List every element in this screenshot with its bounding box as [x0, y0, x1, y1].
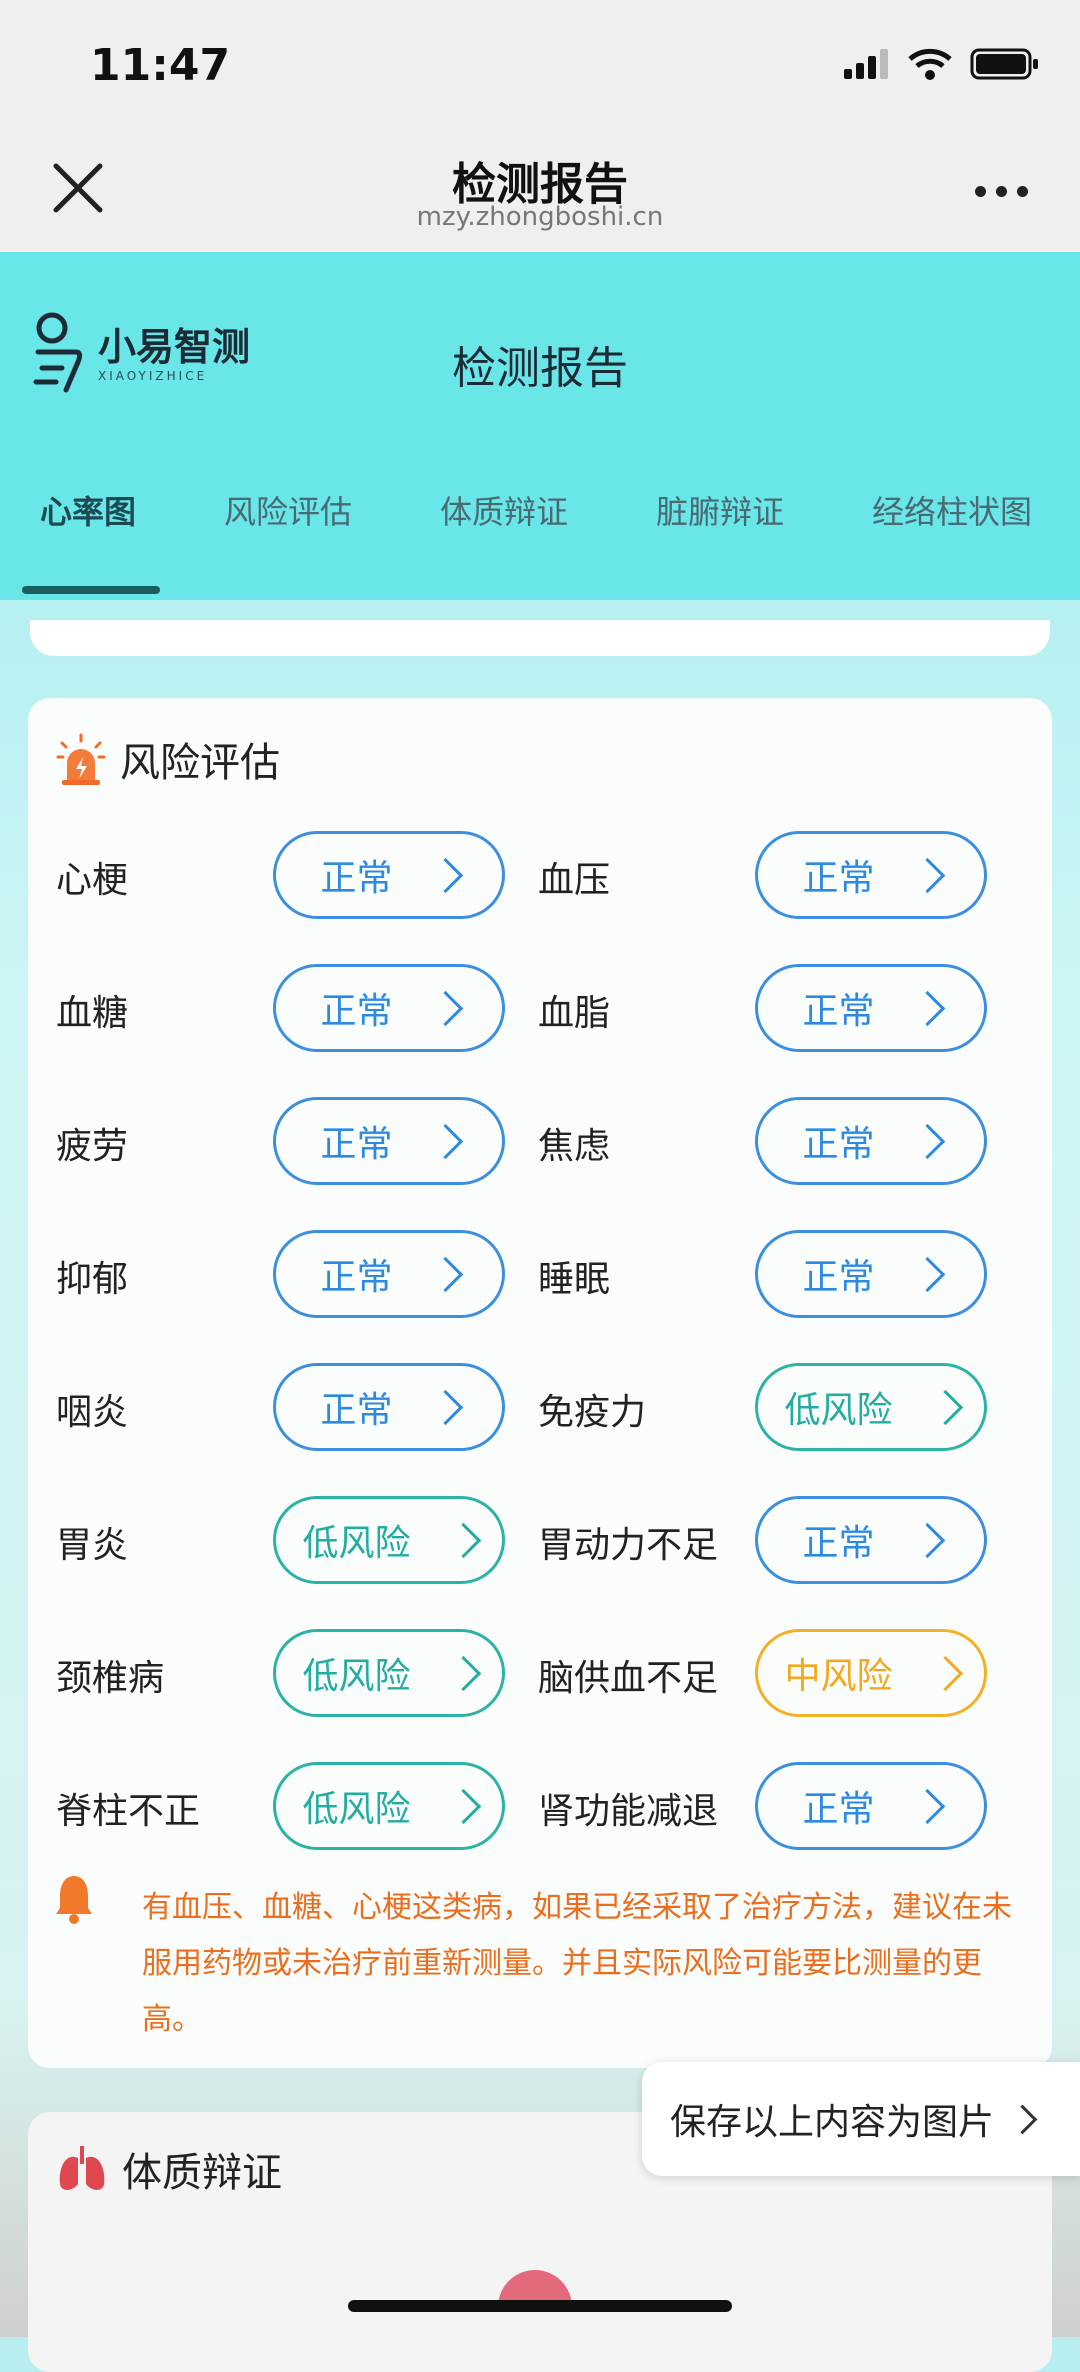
- risk-status-label: 低风险: [302, 1523, 411, 1564]
- constitution-title: 体质辩证: [122, 2150, 282, 2196]
- risk-item-label: 血脂: [538, 993, 611, 1034]
- risk-title: 风险评估: [120, 740, 280, 786]
- risk-status-label: 正常: [802, 1257, 875, 1298]
- risk-status-label: 正常: [802, 858, 875, 899]
- tab-bar: 心率图 风险评估 体质辩证 脏腑辩证 经络柱状图: [0, 487, 1080, 547]
- app-header: 小易智测 XIAOYIZHICE 检测报告 心率图 风险评估 体质辩证 脏腑辩证…: [0, 252, 1080, 600]
- status-time: 11:47: [90, 40, 231, 91]
- tab-risk[interactable]: 风险评估: [224, 487, 352, 533]
- risk-item-label: 免疫力: [538, 1392, 647, 1433]
- tab-heart-rate[interactable]: 心率图: [40, 487, 136, 533]
- risk-status-button[interactable]: 正常: [755, 1097, 987, 1185]
- chevron-right-icon: [909, 1522, 945, 1558]
- risk-status-button[interactable]: 正常: [755, 1496, 987, 1584]
- risk-status-label: 低风险: [784, 1390, 893, 1431]
- risk-status-label: 正常: [320, 1390, 393, 1431]
- chevron-right-icon: [445, 1522, 481, 1558]
- risk-status-label: 正常: [320, 858, 393, 899]
- risk-item-label: 颈椎病: [56, 1658, 165, 1699]
- chevron-right-icon: [427, 1256, 463, 1292]
- chevron-right-icon: [1007, 2104, 1038, 2134]
- chevron-right-icon: [909, 1123, 945, 1159]
- battery-icon: [970, 48, 1038, 80]
- risk-card-title: 风险评估: [56, 730, 280, 788]
- risk-notice: 有血压、血糖、心梗这类病，如果已经采取了治疗方法，建议在未服用药物或未治疗前重新…: [142, 1890, 1012, 2037]
- chevron-right-icon: [909, 990, 945, 1026]
- risk-status-button[interactable]: 低风险: [273, 1496, 505, 1584]
- risk-status-button[interactable]: 正常: [273, 1230, 505, 1318]
- tab-organs[interactable]: 脏腑辩证: [656, 487, 784, 533]
- risk-status-button[interactable]: 正常: [755, 1230, 987, 1318]
- lungs-icon: [59, 2146, 105, 2190]
- risk-status-label: 低风险: [302, 1656, 411, 1697]
- tab-indicator: [22, 586, 160, 594]
- browser-chrome: 11:47 检测报告 mzy.zhongboshi.cn: [0, 0, 1080, 252]
- chevron-right-icon: [927, 1389, 963, 1425]
- risk-item-label: 脑供血不足: [538, 1658, 719, 1699]
- risk-status-button[interactable]: 正常: [755, 964, 987, 1052]
- signal-icon: [844, 49, 888, 79]
- risk-status-button[interactable]: 正常: [755, 1762, 987, 1850]
- risk-item-label: 疲劳: [56, 1126, 129, 1167]
- risk-status-button[interactable]: 低风险: [755, 1363, 987, 1451]
- home-indicator: [348, 2300, 732, 2312]
- risk-status-label: 低风险: [302, 1789, 411, 1830]
- risk-item-label: 血压: [538, 860, 611, 901]
- risk-status-label: 正常: [802, 1124, 875, 1165]
- risk-status-button[interactable]: 正常: [273, 1097, 505, 1185]
- risk-status-button[interactable]: 正常: [755, 831, 987, 919]
- risk-item-label: 咽炎: [56, 1392, 129, 1433]
- constitution-card-title: 体质辩证: [56, 2140, 282, 2198]
- risk-status-button[interactable]: 低风险: [273, 1629, 505, 1717]
- risk-status-button[interactable]: 低风险: [273, 1762, 505, 1850]
- risk-item-label: 肾功能减退: [538, 1791, 719, 1832]
- risk-status-button[interactable]: 正常: [273, 1363, 505, 1451]
- risk-item-label: 心梗: [56, 860, 129, 901]
- risk-item-label: 抑郁: [56, 1259, 129, 1300]
- risk-status-label: 正常: [320, 991, 393, 1032]
- risk-item-label: 脊柱不正: [56, 1791, 201, 1832]
- chevron-right-icon: [927, 1655, 963, 1691]
- risk-status-label: 正常: [802, 991, 875, 1032]
- page-title: 检测报告: [452, 343, 628, 394]
- chevron-right-icon: [427, 1389, 463, 1425]
- save-as-image-label: 保存以上内容为图片: [670, 2102, 995, 2143]
- tab-meridian-chart[interactable]: 经络柱状图: [872, 487, 1032, 533]
- risk-status-button[interactable]: 正常: [273, 831, 505, 919]
- wifi-icon: [908, 48, 952, 80]
- status-icons: [844, 48, 1040, 80]
- risk-item-label: 血糖: [56, 993, 129, 1034]
- chevron-right-icon: [445, 1655, 481, 1691]
- chevron-right-icon: [427, 1123, 463, 1159]
- risk-status-label: 正常: [320, 1124, 393, 1165]
- browser-url: mzy.zhongboshi.cn: [416, 202, 664, 232]
- more-icon[interactable]: [975, 186, 1028, 197]
- save-as-image-button[interactable]: 保存以上内容为图片: [642, 2062, 1080, 2176]
- risk-item-label: 睡眠: [538, 1259, 611, 1300]
- risk-status-label: 正常: [802, 1789, 875, 1830]
- risk-item-label: 胃动力不足: [538, 1525, 719, 1566]
- risk-item-label: 胃炎: [56, 1525, 129, 1566]
- chevron-right-icon: [427, 990, 463, 1026]
- chevron-right-icon: [445, 1788, 481, 1824]
- bell-icon: [56, 1876, 92, 1924]
- chevron-right-icon: [427, 857, 463, 893]
- chevron-right-icon: [909, 857, 945, 893]
- previous-card: [30, 620, 1050, 656]
- tab-constitution[interactable]: 体质辩证: [440, 487, 568, 533]
- risk-status-label: 正常: [802, 1523, 875, 1564]
- risk-status-label: 中风险: [784, 1656, 893, 1697]
- risk-status-button[interactable]: 正常: [273, 964, 505, 1052]
- risk-item-label: 焦虑: [538, 1126, 611, 1167]
- risk-status-label: 正常: [320, 1257, 393, 1298]
- alarm-icon: [56, 733, 106, 785]
- risk-status-button[interactable]: 中风险: [755, 1629, 987, 1717]
- chevron-right-icon: [909, 1256, 945, 1292]
- chevron-right-icon: [909, 1788, 945, 1824]
